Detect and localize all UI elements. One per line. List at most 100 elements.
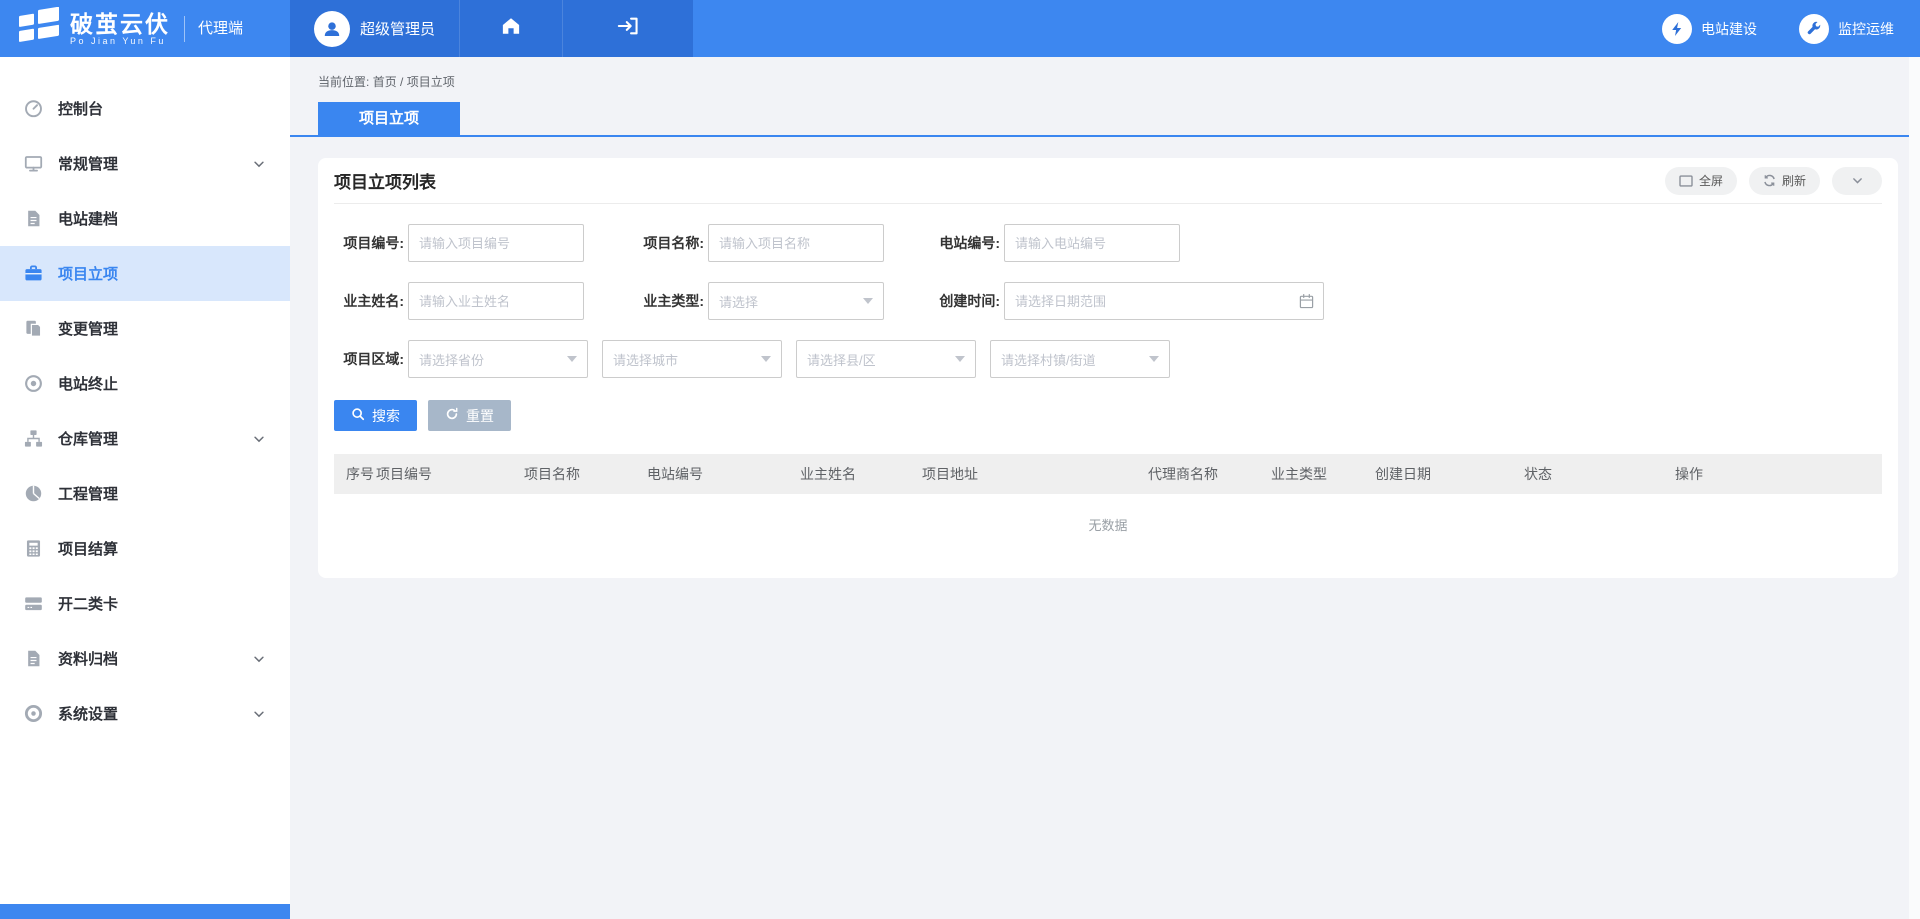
lightning-icon: [1662, 14, 1692, 44]
calculator-icon: [24, 539, 43, 558]
project-name-label: 项目名称:: [634, 233, 704, 253]
table-empty-state: 无数据: [334, 494, 1882, 554]
station-no-label: 电站编号:: [930, 233, 1000, 253]
refresh-button[interactable]: 刷新: [1749, 167, 1820, 195]
caret-down-icon: [761, 356, 771, 362]
col-station-no: 电站编号: [647, 464, 800, 484]
nav-station-construction[interactable]: 电站建设: [1662, 14, 1757, 44]
radio-disc-icon: [24, 704, 43, 723]
search-icon: [351, 407, 365, 424]
calendar-icon: [1299, 293, 1314, 314]
header-spacer: [693, 0, 1662, 57]
projects-table: 序号 项目编号 项目名称 电站编号 业主姓名 项目地址 代理商名称 业主类型 创…: [334, 454, 1882, 554]
header-right-nav: 电站建设 监控运维: [1662, 0, 1920, 57]
brand-logo-icon: [16, 7, 60, 50]
project-list-card: 项目立项列表 全屏 刷新: [318, 158, 1898, 578]
col-project-address: 项目地址: [922, 464, 1148, 484]
sidebar-item-console[interactable]: 控制台: [0, 81, 290, 136]
main-content: 当前位置: 首页 / 项目立项 项目立项 项目立项列表 全屏: [290, 57, 1920, 919]
tab-project-initiation[interactable]: 项目立项: [318, 102, 460, 135]
tab-bar: 项目立项: [290, 102, 1909, 137]
user-menu[interactable]: 超级管理员: [290, 0, 460, 57]
create-time-label: 创建时间:: [930, 291, 1000, 311]
sidebar-item-general-mgmt[interactable]: 常规管理: [0, 136, 290, 191]
sidebar-item-change-mgmt[interactable]: 变更管理: [0, 301, 290, 356]
project-no-label: 项目编号:: [334, 233, 404, 253]
owner-type-select[interactable]: 请选择: [708, 282, 884, 320]
caret-down-icon: [863, 298, 873, 304]
app-root: 破茧云伏 Po Jian Yun Fu 代理端 超级管理员: [0, 0, 1920, 919]
project-name-input[interactable]: [708, 224, 884, 262]
fullscreen-icon: [1679, 175, 1693, 187]
sidebar-item-type2-card[interactable]: 开二类卡: [0, 576, 290, 631]
chevron-down-icon: [1851, 174, 1864, 187]
brand-portal-label: 代理端: [184, 16, 243, 42]
header-user-section: 超级管理员: [290, 0, 693, 57]
col-status: 状态: [1524, 464, 1675, 484]
pie-chart-icon: [24, 484, 43, 503]
sidebar-item-station-archive[interactable]: 电站建档: [0, 191, 290, 246]
sitemap-icon: [24, 429, 43, 448]
filter-row-2: 业主姓名: 业主类型: 请选择 创建时间:: [334, 282, 1882, 320]
home-button[interactable]: [460, 0, 563, 57]
reset-button[interactable]: 重置: [428, 400, 511, 431]
col-index: 序号: [334, 464, 376, 484]
reset-icon: [445, 407, 459, 424]
reset-label: 重置: [466, 406, 494, 426]
search-button[interactable]: 搜索: [334, 400, 417, 431]
sidebar-item-warehouse-mgmt[interactable]: 仓库管理: [0, 411, 290, 466]
home-icon: [501, 16, 521, 41]
region-label: 项目区域:: [334, 349, 404, 369]
col-project-name: 项目名称: [524, 464, 647, 484]
date-range-input[interactable]: [1004, 282, 1324, 320]
wrench-icon: [1799, 14, 1829, 44]
brand-text: 破茧云伏 Po Jian Yun Fu: [70, 12, 170, 46]
sidebar: 控制台 常规管理 电站建档 项目立项 变更管理 电站终止: [0, 57, 290, 919]
station-no-input[interactable]: [1004, 224, 1180, 262]
breadcrumb: 当前位置: 首页 / 项目立项: [290, 57, 1920, 90]
table-header-row: 序号 项目编号 项目名称 电站编号 业主姓名 项目地址 代理商名称 业主类型 创…: [334, 454, 1882, 494]
project-no-input[interactable]: [408, 224, 584, 262]
collapse-button[interactable]: [1832, 167, 1882, 195]
col-owner-type: 业主类型: [1271, 464, 1375, 484]
copy-icon: [24, 319, 43, 338]
fullscreen-button[interactable]: 全屏: [1665, 167, 1737, 195]
sidebar-item-engineering-mgmt[interactable]: 工程管理: [0, 466, 290, 521]
owner-name-input[interactable]: [408, 282, 584, 320]
col-create-date: 创建日期: [1375, 464, 1524, 484]
sidebar-bottom-bar[interactable]: [0, 904, 290, 919]
caret-down-icon: [1149, 356, 1159, 362]
sidebar-item-station-termination[interactable]: 电站终止: [0, 356, 290, 411]
sidebar-item-project-settlement[interactable]: 项目结算: [0, 521, 290, 576]
owner-name-label: 业主姓名:: [334, 291, 404, 311]
sidebar-item-data-archive[interactable]: 资料归档: [0, 631, 290, 686]
nav-monitoring-ops[interactable]: 监控运维: [1799, 14, 1894, 44]
search-filters: 项目编号: 项目名称: 电站编号: 业主姓名: 业主类型:: [334, 204, 1882, 378]
person-icon: [321, 18, 343, 40]
caret-down-icon: [567, 356, 577, 362]
logout-button[interactable]: [563, 0, 693, 57]
search-label: 搜索: [372, 406, 400, 426]
archive-document-icon: [24, 649, 43, 668]
login-arrow-icon: [617, 16, 639, 41]
top-header: 破茧云伏 Po Jian Yun Fu 代理端 超级管理员: [0, 0, 1920, 57]
sidebar-item-system-settings[interactable]: 系统设置: [0, 686, 290, 741]
brand[interactable]: 破茧云伏 Po Jian Yun Fu 代理端: [0, 0, 290, 57]
scrollbar-track[interactable]: [1909, 57, 1920, 919]
col-owner-name: 业主姓名: [800, 464, 922, 484]
county-select[interactable]: 请选择县/区: [796, 340, 976, 378]
town-select[interactable]: 请选择村镇/街道: [990, 340, 1170, 378]
filter-actions: 搜索 重置: [334, 400, 1882, 431]
sidebar-item-project-initiation[interactable]: 项目立项: [0, 246, 290, 301]
province-select[interactable]: 请选择省份: [408, 340, 588, 378]
chevron-down-icon: [252, 157, 266, 171]
caret-down-icon: [955, 356, 965, 362]
city-select[interactable]: 请选择城市: [602, 340, 782, 378]
col-agent-name: 代理商名称: [1148, 464, 1271, 484]
card-toolbar: 全屏 刷新: [1665, 167, 1882, 195]
chevron-down-icon: [252, 432, 266, 446]
credit-card-icon: [24, 594, 43, 613]
nav-label: 监控运维: [1838, 19, 1894, 39]
breadcrumb-path: 首页 / 项目立项: [373, 75, 455, 89]
briefcase-icon: [24, 264, 43, 283]
